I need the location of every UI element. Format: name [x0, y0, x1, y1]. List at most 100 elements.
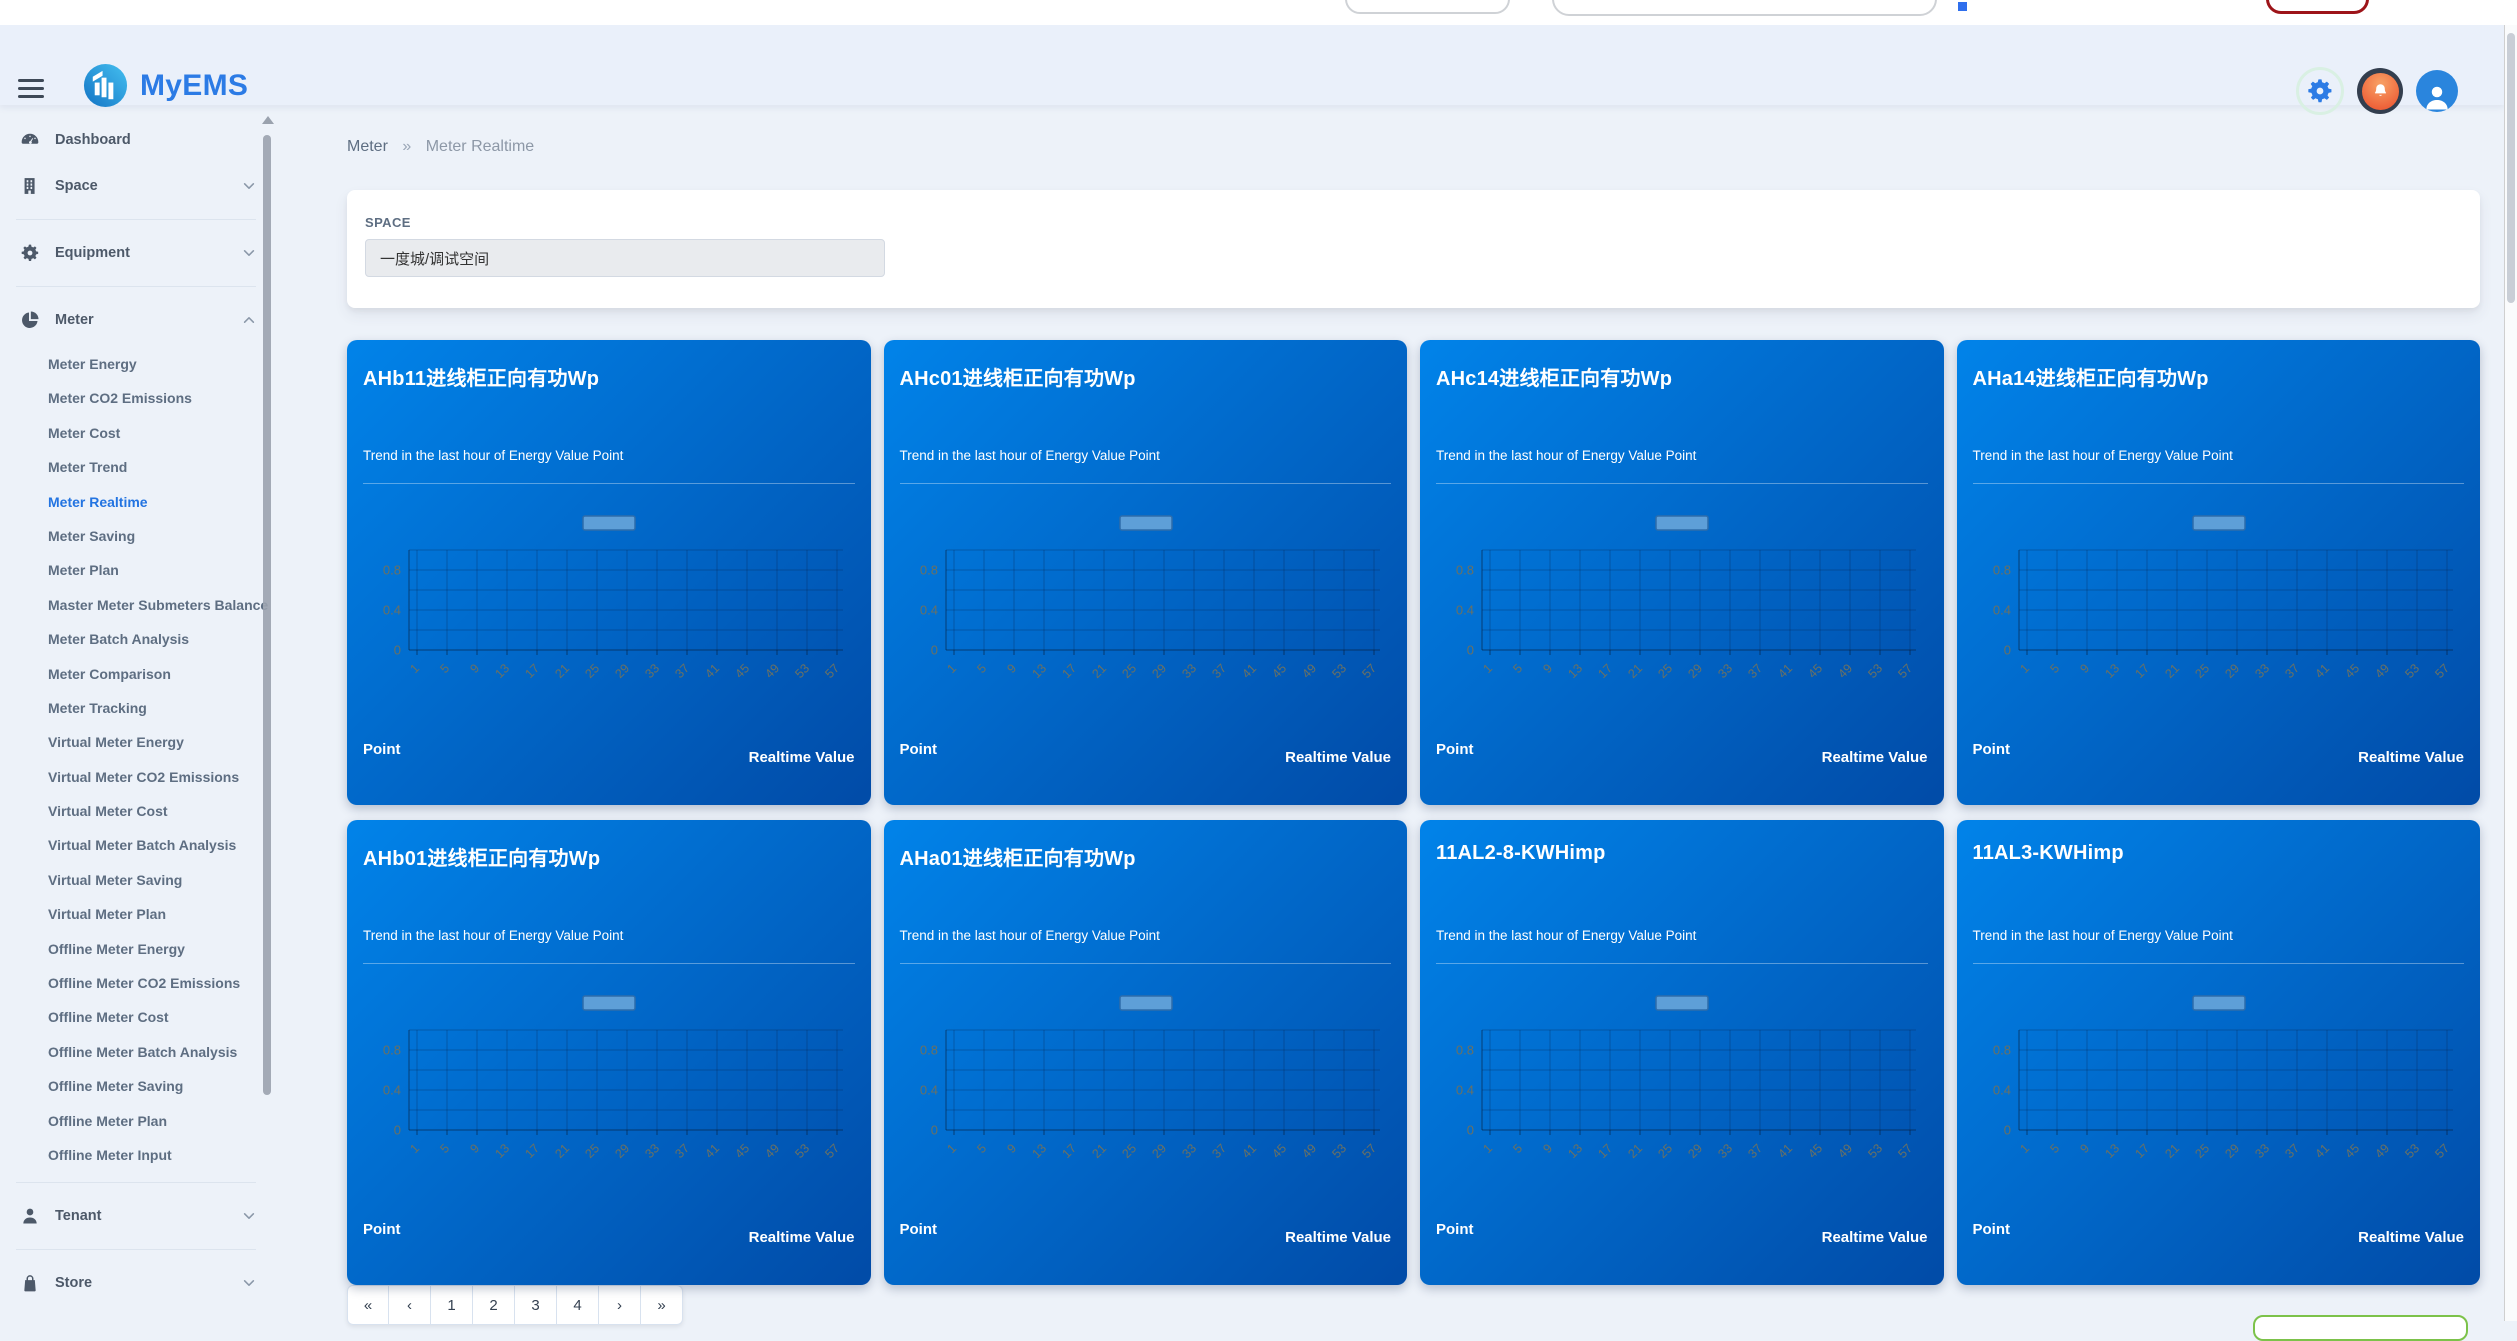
svg-text:9: 9 [467, 661, 482, 676]
sidebar-scroll-up-arrow[interactable] [262, 116, 274, 124]
pagination-page-3[interactable]: 3 [515, 1285, 557, 1325]
breadcrumb: Meter » Meter Realtime [347, 138, 2480, 158]
svg-text:57: 57 [1359, 661, 1379, 681]
sidebar-subitem-meter-plan[interactable]: Meter Plan [0, 553, 270, 587]
sidebar-subitem-meter-cost[interactable]: Meter Cost [0, 416, 270, 450]
gear-icon [2308, 79, 2332, 103]
sidebar-subitem-offline-meter-plan[interactable]: Offline Meter Plan [0, 1104, 270, 1138]
page-scrollbar-thumb[interactable] [2507, 33, 2515, 303]
sidebar-subitem-virtual-meter-cost[interactable]: Virtual Meter Cost [0, 794, 270, 828]
realtime-trend-chart: 0 0.4 0.8 1 5 9 13 17 21 25 29 33 37 41 45 49 53 57 [383, 995, 843, 1161]
svg-text:21: 21 [552, 1141, 572, 1161]
pagination-page-2[interactable]: 2 [473, 1285, 515, 1325]
svg-text:0.4: 0.4 [1992, 603, 2010, 618]
sidebar-scrollbar[interactable] [263, 135, 271, 1095]
sidebar-item-tenant[interactable]: Tenant [0, 1193, 272, 1239]
realtime-trend-chart: 0 0.4 0.8 1 5 9 13 17 21 25 29 33 37 41 45 49 53 57 [1456, 995, 1916, 1161]
pagination-next[interactable]: › [599, 1285, 641, 1325]
topbar-actions [2296, 67, 2458, 115]
svg-text:1: 1 [407, 661, 422, 676]
pagination-first[interactable]: « [347, 1285, 389, 1325]
meter-card-title: AHa14进线柜正向有功Wp [1972, 368, 2209, 390]
svg-text:9: 9 [2077, 661, 2092, 676]
sidebar-subitem-meter-trend[interactable]: Meter Trend [0, 450, 270, 484]
meter-card-title: AHc14进线柜正向有功Wp [1436, 368, 1673, 390]
pagination-page-4[interactable]: 4 [557, 1285, 599, 1325]
sidebar-subitem-meter-saving[interactable]: Meter Saving [0, 519, 270, 553]
sidebar-subitem-virtual-meter-co2-emissions[interactable]: Virtual Meter CO2 Emissions [0, 760, 270, 794]
chevron-down-icon [243, 1280, 255, 1287]
pagination-prev[interactable]: ‹ [389, 1285, 431, 1325]
sidebar-subitem-virtual-meter-batch-analysis[interactable]: Virtual Meter Batch Analysis [0, 828, 270, 862]
sidebar-item-space[interactable]: Space [0, 163, 272, 209]
sidebar-subitem-virtual-meter-saving[interactable]: Virtual Meter Saving [0, 863, 270, 897]
person-icon [23, 1209, 37, 1224]
chart-legend-swatch [2191, 515, 2246, 531]
svg-text:45: 45 [2342, 661, 2362, 681]
chart-legend-swatch [1655, 995, 1709, 1011]
user-avatar-button[interactable] [2416, 70, 2458, 112]
sidebar-subitem-offline-meter-energy[interactable]: Offline Meter Energy [0, 932, 270, 966]
card-divider [899, 483, 1391, 484]
sidebar-subitem-master-meter-submeters-balance[interactable]: Master Meter Submeters Balance [0, 588, 270, 622]
svg-text:53: 53 [792, 661, 812, 681]
sidebar-subitem-offline-meter-saving[interactable]: Offline Meter Saving [0, 1069, 270, 1103]
svg-text:0.4: 0.4 [1992, 1083, 2010, 1098]
sidebar-subitem-virtual-meter-plan[interactable]: Virtual Meter Plan [0, 897, 270, 931]
sidebar-item-store[interactable]: Store [0, 1260, 272, 1306]
settings-gear-button[interactable] [2296, 67, 2344, 115]
sidebar-item-label: Dashboard [55, 132, 131, 148]
sidebar-subitem-offline-meter-batch-analysis[interactable]: Offline Meter Batch Analysis [0, 1035, 270, 1069]
svg-text:17: 17 [1595, 661, 1615, 681]
svg-text:29: 29 [1149, 661, 1169, 681]
sidebar-subitem-meter-comparison[interactable]: Meter Comparison [0, 657, 270, 691]
meter-card: AHb11进线柜正向有功Wp Trend in the last hour of … [347, 340, 871, 805]
svg-text:0: 0 [1467, 1123, 1474, 1138]
meter-card: AHb01进线柜正向有功Wp Trend in the last hour of … [347, 820, 871, 1285]
svg-text:5: 5 [974, 1141, 989, 1156]
svg-text:57: 57 [1895, 1141, 1915, 1161]
browser-chrome-strip [0, 0, 2517, 25]
sidebar-subitem-meter-batch-analysis[interactable]: Meter Batch Analysis [0, 622, 270, 656]
hamburger-menu-button[interactable] [18, 79, 44, 103]
sidebar-subitem-meter-realtime[interactable]: Meter Realtime [0, 485, 270, 519]
browser-record-pill [2266, 0, 2369, 14]
sidebar-nav: Dashboard Space Equipment Meter Meter Energy… [0, 105, 272, 1321]
sidebar-subitem-offline-meter-input[interactable]: Offline Meter Input [0, 1138, 270, 1172]
svg-text:13: 13 [492, 1141, 512, 1161]
svg-text:53: 53 [1865, 1141, 1885, 1161]
chart-legend-swatch [582, 995, 636, 1011]
pagination-last[interactable]: » [641, 1285, 683, 1325]
svg-text:13: 13 [492, 661, 512, 681]
svg-text:25: 25 [1655, 1141, 1675, 1161]
svg-text:1: 1 [1480, 661, 1495, 676]
notifications-bell-button[interactable] [2357, 68, 2403, 114]
svg-text:0: 0 [2003, 643, 2010, 658]
sidebar-subitem-offline-meter-cost[interactable]: Offline Meter Cost [0, 1000, 270, 1034]
realtime-trend-chart: 0 0.4 0.8 1 5 9 13 17 21 25 29 33 37 41 45 49 53 57 [1992, 995, 2453, 1161]
svg-text:41: 41 [1239, 1141, 1259, 1161]
meter-card: 11AL2-8-KWHimp Trend in the last hour of … [1420, 820, 1944, 1285]
svg-text:21: 21 [1625, 661, 1645, 681]
svg-text:1: 1 [1480, 1141, 1495, 1156]
sidebar-subitem-meter-co2-emissions[interactable]: Meter CO2 Emissions [0, 381, 270, 415]
sidebar-subitem-offline-meter-co2-emissions[interactable]: Offline Meter CO2 Emissions [0, 966, 270, 1000]
svg-text:1: 1 [2017, 1141, 2032, 1156]
space-select-input[interactable] [365, 239, 885, 277]
svg-text:25: 25 [1655, 661, 1675, 681]
sidebar-subitem-virtual-meter-energy[interactable]: Virtual Meter Energy [0, 725, 270, 759]
brand-logo[interactable]: MyEMS [82, 62, 248, 109]
sidebar-subitem-meter-tracking[interactable]: Meter Tracking [0, 691, 270, 725]
sidebar-subitem-meter-energy[interactable]: Meter Energy [0, 347, 270, 381]
svg-text:0: 0 [2003, 1123, 2010, 1138]
sidebar-item-dashboard[interactable]: Dashboard [0, 117, 272, 163]
breadcrumb-section[interactable]: Meter [347, 138, 388, 155]
svg-text:9: 9 [2077, 1141, 2092, 1156]
svg-text:5: 5 [2047, 661, 2062, 676]
sidebar-item-equipment[interactable]: Equipment [0, 230, 272, 276]
sidebar-item-meter[interactable]: Meter [0, 297, 272, 343]
page-scrollbar[interactable] [2504, 25, 2517, 1321]
svg-text:9: 9 [1004, 661, 1019, 676]
pagination-page-1[interactable]: 1 [431, 1285, 473, 1325]
sidebar-divider [16, 286, 256, 287]
